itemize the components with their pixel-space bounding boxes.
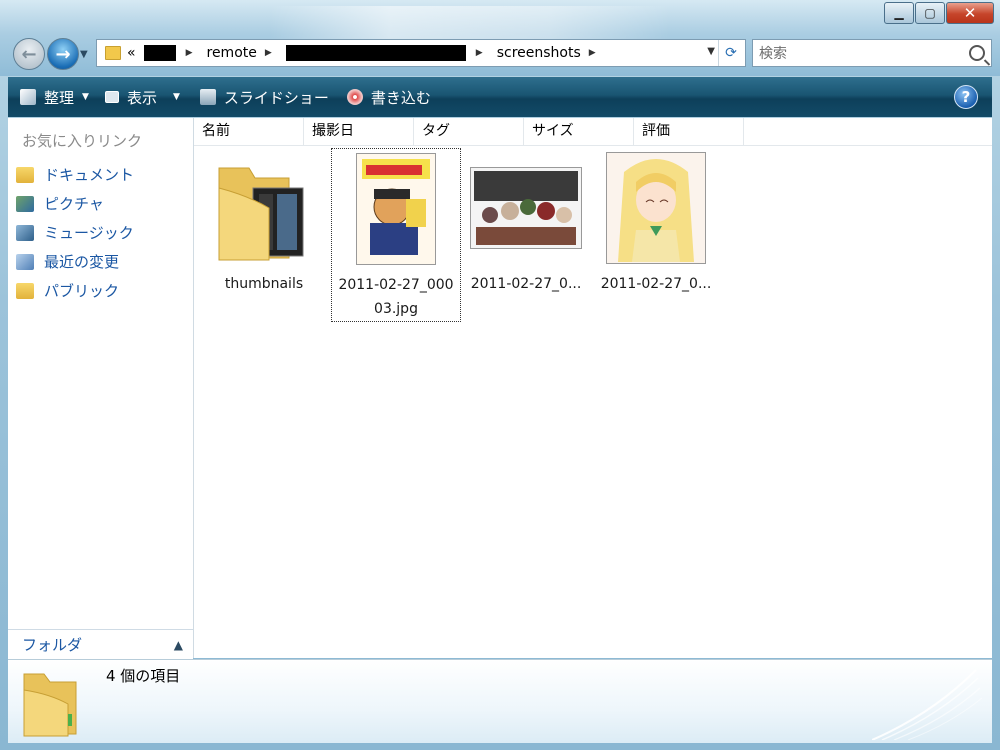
arrow-left-icon: ← — [21, 43, 37, 65]
anime-girl-image — [606, 152, 706, 264]
file-item-folder[interactable]: thumbnails — [200, 148, 328, 296]
sidebar-item-label: 最近の変更 — [44, 253, 120, 271]
caption-buttons: ▁ ▢ ✕ — [883, 2, 994, 24]
views-label: 表示 — [126, 88, 157, 107]
details-pane: 4 個の項目 — [8, 659, 992, 743]
folder-icon — [218, 167, 304, 261]
disc-icon — [346, 89, 363, 105]
file-list: 名前 撮影日 タグ サイズ 評価 thumbnails 2011-02-27_0… — [194, 118, 992, 658]
sidebar-item-label: パブリック — [44, 282, 120, 300]
chevron-up-icon: ▲ — [173, 637, 183, 652]
organize-menu[interactable]: 整理 ▼ — [20, 87, 89, 108]
folder-icon — [16, 282, 34, 299]
background-window-ghost — [270, 6, 670, 42]
sidebar-item-pictures[interactable]: ピクチャ — [16, 193, 104, 214]
file-name: 2011-02-27_0... — [470, 276, 582, 292]
chevron-right-icon[interactable]: ▶ — [265, 48, 272, 58]
file-item-image-selected[interactable]: 2011-02-27_000 03.jpg — [331, 148, 461, 322]
slideshow-label: スライドショー — [223, 88, 329, 107]
refresh-icon[interactable]: ⟳ — [718, 40, 743, 66]
burn-button[interactable]: 書き込む — [346, 87, 431, 108]
dropdown-caret-icon: ▼ — [82, 92, 89, 102]
file-name-line2: 03.jpg — [374, 301, 418, 317]
forward-button[interactable]: → — [47, 38, 79, 70]
search-input[interactable]: 検索 — [752, 39, 992, 67]
file-name: 2011-02-27_0... — [600, 276, 712, 292]
organize-label: 整理 — [44, 88, 75, 107]
dropdown-caret-icon: ▼ — [172, 92, 180, 102]
sidebar-item-label: ピクチャ — [44, 195, 104, 213]
slideshow-button[interactable]: スライドショー — [199, 87, 329, 108]
slideshow-icon — [199, 89, 216, 105]
arrow-right-icon: → — [55, 43, 71, 65]
chevron-right-icon[interactable]: ▶ — [186, 48, 193, 58]
sidebar-item-documents[interactable]: ドキュメント — [16, 164, 134, 185]
command-bar: 整理 ▼ 表示 ▼ スライドショー 書き込む ? — [8, 77, 992, 117]
burn-label: 書き込む — [370, 88, 431, 107]
sidebar-item-label: ミュージック — [44, 224, 134, 242]
folders-toggle[interactable]: フォルダ ▲ — [8, 629, 193, 659]
help-icon[interactable]: ? — [954, 85, 978, 109]
sidebar-item-recent[interactable]: 最近の変更 — [16, 251, 119, 272]
file-item-image[interactable]: 2011-02-27_0... — [462, 148, 590, 296]
file-name: thumbnails — [224, 276, 304, 292]
folders-label: フォルダ — [22, 636, 83, 654]
column-header-size[interactable]: サイズ — [524, 118, 634, 145]
breadcrumb-screenshots[interactable]: screenshots — [497, 45, 581, 61]
close-button[interactable]: ✕ — [946, 2, 994, 24]
back-button[interactable]: ← — [13, 38, 45, 70]
file-item-image[interactable]: 2011-02-27_0... — [592, 148, 720, 296]
views-menu[interactable]: 表示 ▼ — [104, 87, 180, 108]
explorer-window: ▁ ▢ ✕ ← → ▼ « ▶ remote ▶ ▶ screenshots ▶… — [0, 0, 1000, 750]
address-bar[interactable]: « ▶ remote ▶ ▶ screenshots ▶ ▼ ⟳ — [96, 39, 746, 67]
manga-cover-image — [356, 153, 436, 265]
pictures-icon — [16, 195, 34, 212]
column-header-rating[interactable]: 評価 — [634, 118, 744, 145]
search-placeholder: 検索 — [759, 46, 787, 62]
item-count: 4 個の項目 — [106, 667, 181, 685]
chevron-right-icon[interactable]: ▶ — [589, 48, 596, 58]
breadcrumb-remote[interactable]: remote — [207, 45, 257, 61]
column-header-date-taken[interactable]: 撮影日 — [304, 118, 414, 145]
image-thumbnail — [332, 149, 460, 269]
views-icon — [104, 91, 119, 103]
column-header-name[interactable]: 名前 — [194, 118, 304, 145]
organize-icon — [20, 89, 36, 105]
recent-pages-dropdown[interactable]: ▼ — [80, 49, 88, 60]
folder-icon — [23, 673, 77, 737]
folder-icon — [16, 166, 34, 183]
folder-icon — [105, 46, 121, 60]
column-headers: 名前 撮影日 タグ サイズ 評価 — [194, 118, 992, 146]
breadcrumb-overflow[interactable]: « — [127, 45, 136, 61]
folder-thumbnail — [200, 148, 328, 268]
redacted-block — [285, 45, 466, 61]
chevron-right-icon[interactable]: ▶ — [476, 48, 483, 58]
sidebar-item-music[interactable]: ミュージック — [16, 222, 134, 243]
navigation-pane: お気に入りリンク ドキュメント ピクチャ ミュージック 最近の変更 パブリック — [8, 118, 194, 658]
image-thumbnail — [592, 148, 720, 268]
column-header-tags[interactable]: タグ — [414, 118, 524, 145]
image-thumbnail — [462, 148, 590, 268]
file-name: 2011-02-27_000 03.jpg — [332, 273, 460, 321]
group-scene-image — [470, 167, 582, 249]
sidebar-item-label: ドキュメント — [44, 166, 135, 184]
address-dropdown-icon[interactable]: ▼ — [707, 46, 715, 57]
sidebar-item-public[interactable]: パブリック — [16, 280, 119, 301]
minimize-button[interactable]: ▁ — [884, 2, 914, 24]
maximize-button[interactable]: ▢ — [915, 2, 945, 24]
search-icon[interactable] — [969, 45, 985, 61]
decorative-swoosh — [872, 669, 982, 740]
music-icon — [16, 224, 34, 241]
file-name-line1: 2011-02-27_000 — [338, 277, 454, 293]
redacted-block — [143, 45, 176, 61]
favorite-links-heading: お気に入りリンク — [22, 132, 143, 150]
recent-icon — [16, 253, 34, 270]
